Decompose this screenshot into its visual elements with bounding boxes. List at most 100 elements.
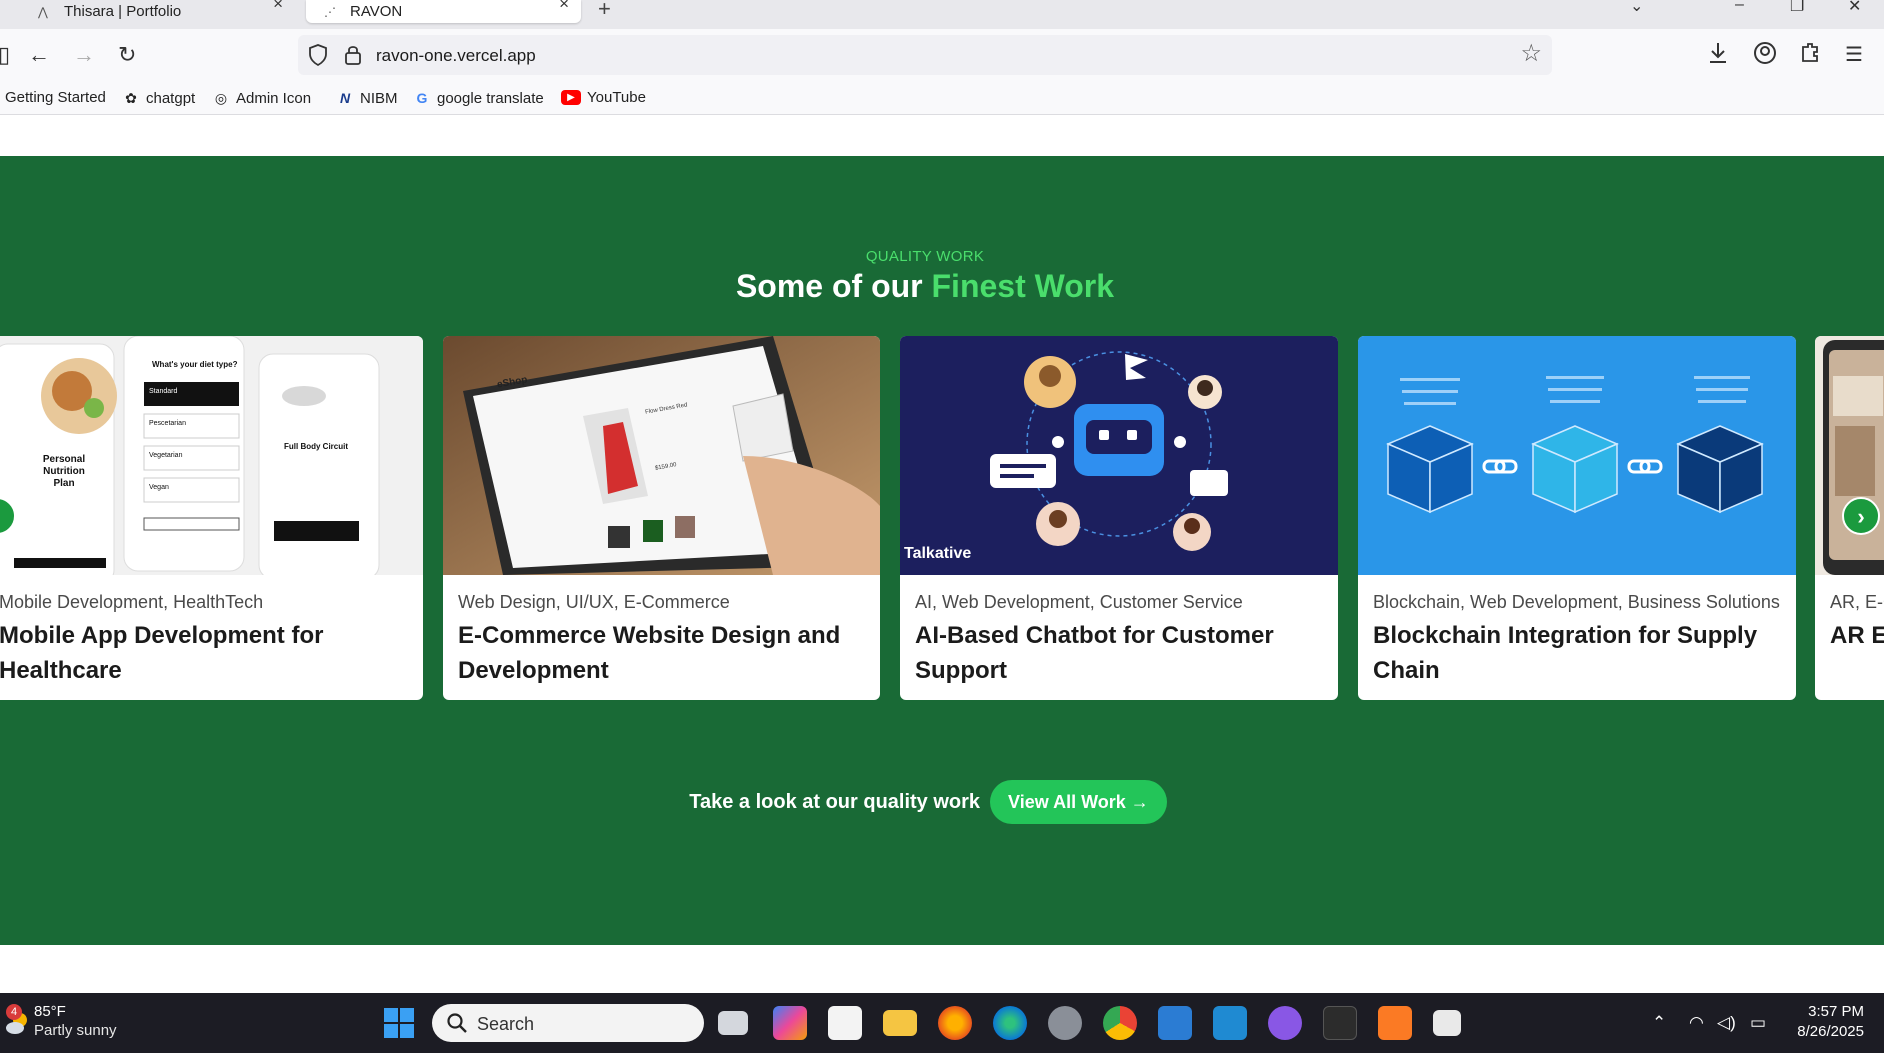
minimize-icon[interactable]: –: [1735, 0, 1744, 14]
maximize-icon[interactable]: ❐: [1790, 0, 1804, 16]
forward-icon[interactable]: →: [73, 41, 95, 69]
chatbot-illustration: [900, 336, 1338, 575]
edge-icon[interactable]: [993, 1006, 1027, 1040]
chrome-icon[interactable]: [1103, 1006, 1137, 1040]
settings-gear-icon[interactable]: [1048, 1006, 1082, 1040]
page-header-strip: [0, 115, 1884, 156]
snipping-tool-icon[interactable]: [1433, 1010, 1461, 1036]
page-footer-strip: [0, 945, 1884, 993]
show-hidden-icons-icon[interactable]: ⌃: [1652, 1013, 1666, 1033]
image-text: Personal Nutrition Plan: [34, 454, 94, 490]
work-card[interactable]: Talkative AI, Web Development, Customer …: [900, 336, 1338, 700]
image-text: Pescetarian: [149, 420, 186, 427]
clock-time: 3:57 PM: [1808, 1003, 1864, 1020]
shield-icon: [309, 44, 327, 66]
card-image-ecommerce: eShop Flow Dress Red $159.00: [443, 336, 880, 575]
tab-list-icon[interactable]: ⌄: [1630, 0, 1643, 16]
section-heading: Some of our Finest Work: [0, 268, 1850, 305]
task-view-icon[interactable]: [718, 1011, 748, 1035]
downloads-icon[interactable]: [1707, 41, 1729, 65]
view-all-work-button[interactable]: View All Work →: [990, 780, 1167, 824]
taskbar-search[interactable]: Search: [432, 1004, 704, 1042]
bookmark-youtube[interactable]: ▶ YouTube: [561, 89, 646, 106]
close-tab-icon[interactable]: ×: [559, 0, 569, 12]
terminal-icon[interactable]: [1323, 1006, 1357, 1040]
card-category: Web Design, UI/UX, E-Commerce: [458, 592, 730, 612]
image-text: Talkative: [904, 545, 972, 562]
close-window-icon[interactable]: ✕: [1848, 0, 1861, 16]
battery-icon[interactable]: ▭: [1750, 1013, 1766, 1033]
bookmark-label: NIBM: [360, 89, 398, 107]
bookmark-label: Getting Started: [5, 89, 106, 106]
extensions-icon[interactable]: [1799, 41, 1821, 65]
bookmark-label: Admin Icon: [236, 89, 312, 107]
work-card[interactable]: eShop Flow Dress Red $159.00 Web Design,…: [443, 336, 880, 700]
portfolio-section: QUALITY WORK Some of our Finest Work Per…: [0, 156, 1884, 945]
xampp-icon[interactable]: [1378, 1006, 1412, 1040]
image-text: Vegan: [149, 484, 169, 491]
chevron-right-icon: ›: [1857, 504, 1865, 529]
clock-date: 8/26/2025: [1797, 1023, 1864, 1040]
card-category: AR, E-C: [1830, 592, 1884, 612]
wifi-icon[interactable]: ◠: [1689, 1013, 1704, 1033]
work-card[interactable]: Personal Nutrition Plan What's your diet…: [0, 336, 423, 700]
chevron-left-icon: ‹: [0, 504, 1, 529]
back-icon[interactable]: ←: [28, 41, 50, 69]
close-tab-icon[interactable]: ×: [273, 0, 283, 12]
bookmark-star-icon[interactable]: ☆: [1520, 39, 1542, 68]
card-title: AI-Based Chatbot for Customer Support: [915, 622, 1274, 684]
photos-icon[interactable]: [1158, 1006, 1192, 1040]
taskbar-clock[interactable]: 3:57 PM 8/26/2025: [1797, 1002, 1864, 1042]
navigation-bar: ▯ ← → ↻ ravon-one.vercel.app ☆ ☰: [0, 29, 1884, 81]
card-image-healthcare: Personal Nutrition Plan What's your diet…: [0, 336, 423, 575]
bookmark-label: chatgpt: [146, 89, 196, 107]
volume-icon[interactable]: ◁): [1717, 1013, 1736, 1033]
image-text-nutrition: Personal Nutrition Plan: [42, 454, 86, 489]
bookmark-nibm[interactable]: N NIBM: [336, 89, 398, 107]
tab-label: RAVON: [350, 3, 403, 20]
youtube-icon: ▶: [561, 90, 581, 105]
heading-accent: Finest Work: [931, 268, 1115, 304]
vscode-icon[interactable]: [1213, 1006, 1247, 1040]
card-title: Blockchain Integration for Supply Chain: [1373, 622, 1758, 684]
sidebar-icon[interactable]: ▯: [0, 41, 10, 69]
carousel-next-button[interactable]: ›: [1842, 497, 1880, 535]
image-text: Full Body Circuit: [284, 442, 348, 451]
menu-icon[interactable]: ☰: [1845, 41, 1863, 69]
tab-favicon-icon: ⋀: [38, 4, 48, 19]
card-title: Mobile App Development for Healthcare: [0, 622, 324, 684]
work-card[interactable]: Blockchain, Web Development, Business So…: [1358, 336, 1796, 700]
bookmark-label: google translate: [437, 89, 544, 107]
bookmark-chatgpt[interactable]: ✿ chatgpt: [122, 89, 195, 107]
bookmark-admin-icon[interactable]: ◎ Admin Icon: [212, 89, 311, 107]
image-text: Standard: [149, 388, 178, 395]
weather-condition: Partly sunny: [34, 1022, 117, 1039]
cta-text: Take a look at our quality work: [689, 790, 981, 813]
tab-favicon-icon: ⋰: [324, 4, 336, 19]
reload-icon[interactable]: ↻: [118, 41, 136, 69]
tab-strip: ⋀ Thisara | Portfolio × ⋰ RAVON × + ⌄ – …: [0, 0, 1884, 29]
lock-icon: [345, 46, 361, 65]
image-text: What's your diet type?: [152, 360, 238, 369]
tab-portfolio[interactable]: ⋀ Thisara | Portfolio ×: [20, 0, 295, 23]
chatgpt-icon: ✿: [125, 90, 137, 106]
google-icon: G: [416, 90, 428, 106]
account-icon[interactable]: [1753, 41, 1777, 65]
weather-widget[interactable]: 85°F Partly sunny: [6, 1003, 117, 1041]
windows-start-icon[interactable]: [384, 1008, 414, 1038]
copilot-icon[interactable]: [773, 1006, 807, 1040]
github-desktop-icon[interactable]: [1268, 1006, 1302, 1040]
firefox-icon[interactable]: [938, 1006, 972, 1040]
file-explorer-icon[interactable]: [883, 1010, 917, 1036]
tab-ravon[interactable]: ⋰ RAVON ×: [306, 0, 581, 23]
weather-temp: 85°F: [34, 1003, 66, 1020]
microsoft-store-icon[interactable]: [828, 1006, 862, 1040]
card-category: Blockchain, Web Development, Business So…: [1373, 592, 1780, 612]
ar-phone-photo: [1815, 336, 1884, 575]
new-tab-icon[interactable]: +: [598, 0, 611, 22]
card-image-blockchain: [1358, 336, 1796, 575]
bookmark-getting-started[interactable]: Getting Started: [5, 89, 106, 106]
bookmark-google-translate[interactable]: Ggoogle translate: [413, 89, 544, 107]
card-image-ar: [1815, 336, 1884, 575]
address-bar[interactable]: ravon-one.vercel.app ☆: [298, 35, 1552, 75]
